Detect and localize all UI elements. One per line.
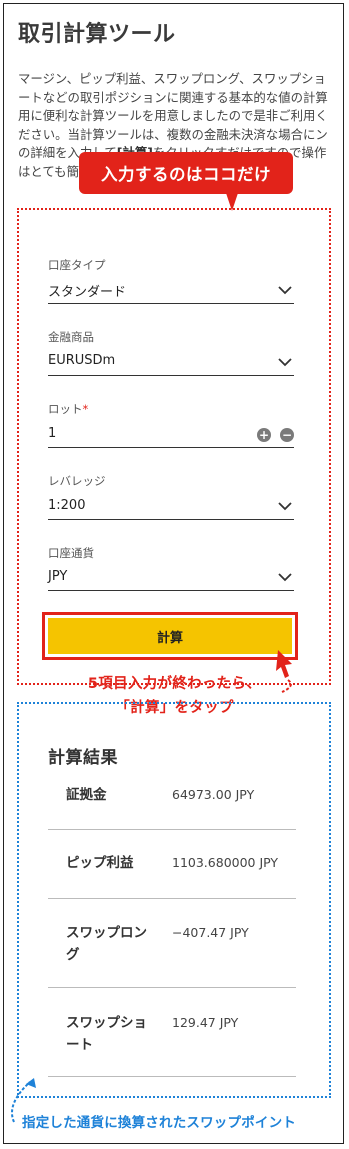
calculate-button-highlight: 計算	[42, 612, 298, 660]
result-value-swap-long: −407.47 JPY	[172, 925, 249, 940]
minus-icon[interactable]: −	[280, 428, 294, 442]
instrument-underline	[48, 375, 294, 376]
lot-label-text: ロット	[48, 402, 83, 416]
page-title: 取引計算ツール	[18, 22, 176, 47]
result-value-pip: 1103.680000 JPY	[172, 855, 279, 870]
lot-label: ロット*	[48, 401, 88, 417]
account-type-label: 口座タイプ	[48, 258, 106, 272]
result-divider	[48, 829, 296, 830]
chevron-down-icon[interactable]	[278, 286, 292, 295]
leverage-select[interactable]: 1:200	[48, 498, 85, 513]
plus-icon[interactable]: +	[257, 428, 271, 442]
result-divider	[48, 1076, 296, 1077]
lot-underline	[48, 447, 294, 448]
currency-select[interactable]: JPY	[48, 569, 67, 584]
chevron-down-icon[interactable]	[278, 502, 292, 511]
input-here-callout: 入力するのはココだけ	[79, 152, 293, 194]
result-value-margin: 64973.00 JPY	[172, 787, 255, 802]
chevron-down-icon[interactable]	[278, 573, 292, 582]
results-title: 計算結果	[48, 748, 118, 768]
description-text-2: 未決済な場合に	[228, 126, 316, 142]
result-divider	[48, 898, 296, 899]
required-mark: *	[82, 402, 89, 416]
currency-label: 口座通貨	[48, 546, 94, 560]
result-label-pip: ピップ利益	[66, 855, 134, 871]
currency-underline	[48, 590, 294, 591]
lot-input[interactable]: 1	[48, 426, 56, 441]
result-divider	[48, 987, 296, 988]
leverage-label: レバレッジ	[48, 474, 106, 488]
leverage-underline	[48, 519, 294, 520]
result-label-swap-short: スワップショート	[66, 1015, 147, 1053]
chevron-down-icon[interactable]	[278, 358, 292, 367]
account-type-underline	[48, 303, 294, 304]
account-type-select[interactable]: スタンダード	[48, 281, 126, 300]
instruction-note-line1: 5項目入力が終わったら、	[87, 676, 262, 692]
result-label-swap-long: スワップロング	[66, 925, 147, 963]
result-value-swap-short: 129.47 JPY	[172, 1015, 239, 1030]
calculate-button[interactable]: 計算	[48, 618, 292, 654]
result-label-margin: 証拠金	[66, 787, 107, 803]
swap-point-note: 指定した通貨に換算されたスワップポイント	[22, 1115, 296, 1131]
instrument-select[interactable]: EURUSDm	[48, 353, 115, 368]
instrument-label: 金融商品	[48, 330, 94, 344]
